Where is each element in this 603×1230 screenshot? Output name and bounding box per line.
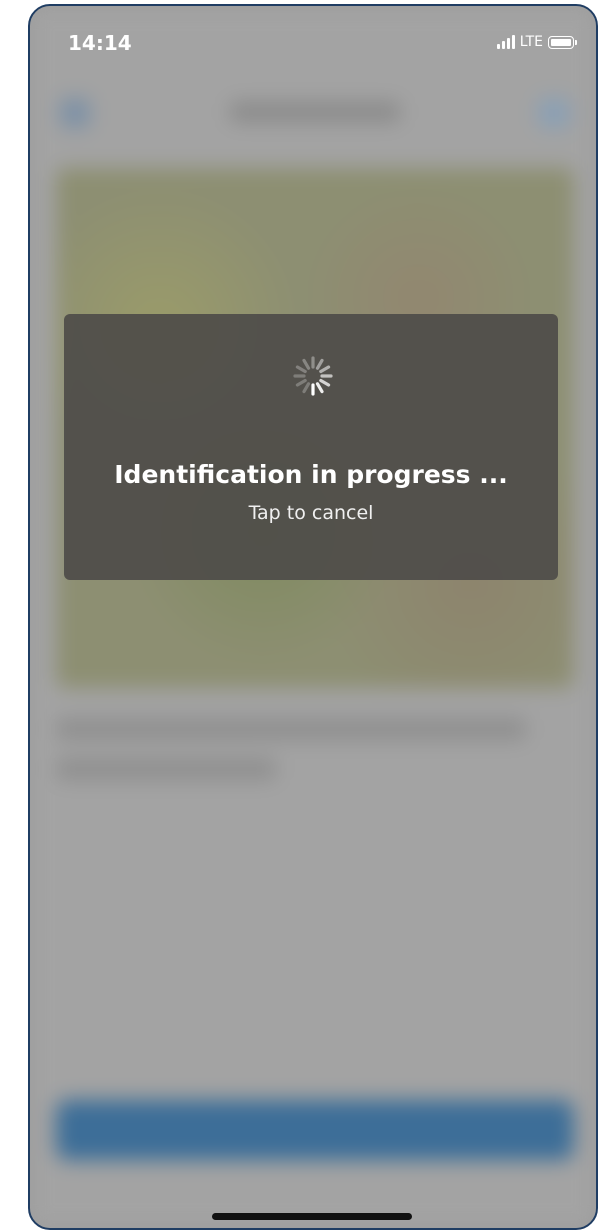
status-time: 14:14: [68, 31, 132, 55]
home-indicator[interactable]: [212, 1213, 412, 1220]
signal-icon: [496, 35, 515, 49]
status-bar: 14:14 LTE: [30, 6, 596, 76]
phone-screen: 14:14 LTE Identification in progress ...…: [28, 4, 598, 1230]
cancel-hint[interactable]: Tap to cancel: [64, 502, 558, 524]
network-type: LTE: [519, 34, 543, 50]
blurred-text-line: [56, 718, 526, 740]
spinner-icon: [293, 356, 333, 396]
battery-icon: [548, 35, 577, 49]
blurred-background-app: [30, 6, 596, 1228]
blurred-primary-button: [56, 1100, 574, 1160]
status-indicators: LTE: [496, 34, 577, 50]
blurred-text-line: [56, 758, 276, 780]
blurred-nav-title: [230, 102, 400, 122]
overlay-title: Identification in progress ...: [114, 460, 508, 489]
blurred-back-button: [60, 98, 90, 128]
blurred-nav-action: [538, 98, 570, 128]
identification-progress-overlay[interactable]: Identification in progress ... Tap to ca…: [64, 314, 558, 580]
